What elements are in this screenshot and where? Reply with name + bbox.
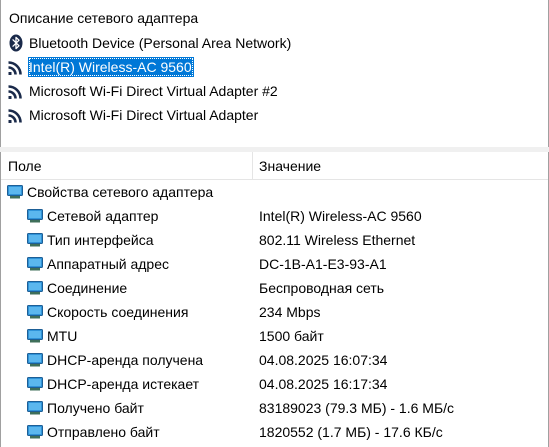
property-field-label: Сетевой адаптер <box>47 208 159 224</box>
property-field-label: Тип интерфейса <box>47 232 154 248</box>
properties-group-row[interactable]: Свойства сетевого адаптера <box>1 180 548 204</box>
adapter-label: Microsoft Wi-Fi Direct Virtual Adapter #… <box>29 83 278 99</box>
network-adapter-icon <box>27 305 43 319</box>
property-value: 04.08.2025 16:07:34 <box>259 352 388 368</box>
property-field: Отправлено байт <box>27 420 160 444</box>
property-row[interactable]: Соединение Беспроводная сеть <box>1 276 548 300</box>
property-row[interactable]: Сетевой адаптер Intel(R) Wireless-AC 9560 <box>1 204 548 228</box>
property-field-label: DHCP-аренда получена <box>47 352 204 368</box>
property-row[interactable]: Скорость соединения 234 Mbps <box>1 300 548 324</box>
network-adapter-icon <box>27 281 43 295</box>
property-row[interactable]: DHCP-аренда истекает 04.08.2025 16:17:34 <box>1 372 548 396</box>
property-field: Соединение <box>27 276 127 300</box>
adapter-item-intel-wireless[interactable]: Intel(R) Wireless-AC 9560 <box>7 56 194 78</box>
property-value: 234 Mbps <box>259 304 321 320</box>
property-field-label: DHCP-аренда истекает <box>47 376 200 392</box>
property-field-label: MTU <box>47 328 78 344</box>
properties-column-header: Поле Значение <box>1 152 548 180</box>
column-header-value[interactable]: Значение <box>259 152 321 179</box>
adapter-list-panel: Описание сетевого адаптера Bluetooth Dev… <box>0 0 549 148</box>
network-adapter-icon <box>27 233 43 247</box>
property-field: Получено байт <box>27 396 144 420</box>
network-adapter-icon <box>27 401 43 415</box>
property-field-label: Скорость соединения <box>47 304 189 320</box>
property-field: Аппаратный адрес <box>27 252 169 276</box>
adapter-list-header: Описание сетевого адаптера <box>9 10 199 26</box>
wifi-icon <box>7 106 25 124</box>
property-field-label: Отправлено байт <box>47 424 160 440</box>
property-row[interactable]: Отправлено байт 1820552 (1.7 МБ) - 17.6 К… <box>1 420 548 444</box>
property-value: 1500 байт <box>259 328 324 344</box>
network-adapter-icon <box>27 377 43 391</box>
column-header-field[interactable]: Поле <box>8 152 42 179</box>
network-adapter-icon <box>7 185 23 199</box>
bluetooth-icon <box>7 34 25 52</box>
property-field-label: Аппаратный адрес <box>47 256 169 272</box>
adapter-item-wifi-direct-2[interactable]: Microsoft Wi-Fi Direct Virtual Adapter #… <box>7 80 280 102</box>
property-row[interactable]: Аппаратный адрес DC-1B-A1-E3-93-A1 <box>1 252 548 276</box>
property-field-label: Получено байт <box>47 400 144 416</box>
adapter-item-wifi-direct[interactable]: Microsoft Wi-Fi Direct Virtual Adapter <box>7 104 260 126</box>
property-value: 04.08.2025 16:17:34 <box>259 376 388 392</box>
property-row[interactable]: Тип интерфейса 802.11 Wireless Ethernet <box>1 228 548 252</box>
property-field: Скорость соединения <box>27 300 188 324</box>
property-value: Беспроводная сеть <box>259 280 385 296</box>
property-field: Сетевой адаптер <box>27 204 158 228</box>
property-value: Intel(R) Wireless-AC 9560 <box>259 208 422 224</box>
adapter-label-selected: Intel(R) Wireless-AC 9560 <box>28 57 194 77</box>
property-value: 802.11 Wireless Ethernet <box>259 232 416 248</box>
property-field: DHCP-аренда получена <box>27 348 203 372</box>
property-row[interactable]: Получено байт 83189023 (79.3 МБ) - 1.6 МБ… <box>1 396 548 420</box>
property-value: 83189023 (79.3 МБ) - 1.6 МБ/с <box>259 400 455 416</box>
adapter-label: Microsoft Wi-Fi Direct Virtual Adapter <box>29 107 259 123</box>
adapter-label: Bluetooth Device (Personal Area Network) <box>29 35 292 51</box>
network-adapter-icon <box>27 257 43 271</box>
group-field: Свойства сетевого адаптера <box>7 180 213 204</box>
property-row[interactable]: DHCP-аренда получена 04.08.2025 16:07:34 <box>1 348 548 372</box>
property-value: 1820552 (1.7 МБ) - 17.6 КБ/с <box>259 424 443 440</box>
adapter-item-bluetooth[interactable]: Bluetooth Device (Personal Area Network) <box>7 32 293 54</box>
property-row[interactable]: MTU 1500 байт <box>1 324 548 348</box>
group-label: Свойства сетевого адаптера <box>27 184 214 200</box>
wifi-icon <box>7 82 25 100</box>
network-adapter-icon <box>27 353 43 367</box>
property-field: DHCP-аренда истекает <box>27 372 199 396</box>
network-adapter-icon <box>27 329 43 343</box>
network-adapter-icon <box>27 425 43 439</box>
property-field: Тип интерфейса <box>27 228 154 252</box>
column-separator[interactable] <box>252 152 253 179</box>
property-field: MTU <box>27 324 77 348</box>
properties-panel: Поле Значение Свойства сетевого адаптера… <box>0 152 549 447</box>
wifi-icon <box>7 58 25 76</box>
property-field-label: Соединение <box>47 280 128 296</box>
property-value: DC-1B-A1-E3-93-A1 <box>259 256 387 272</box>
network-adapter-icon <box>27 209 43 223</box>
